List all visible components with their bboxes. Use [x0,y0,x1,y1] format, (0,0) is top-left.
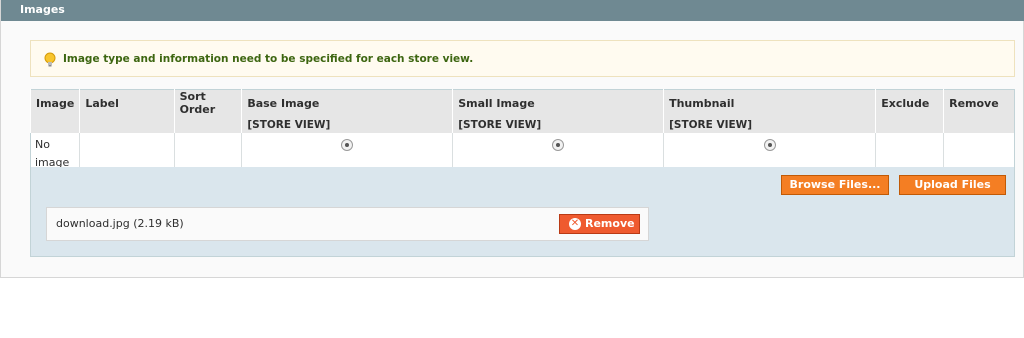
col-base-image: Base Image [241,89,453,116]
remove-file-button[interactable]: ✕ Remove [559,214,640,234]
scope-small: [STORE VIEW] [452,116,664,133]
section-title: Images [1,0,1024,21]
notice-message: Image type and information need to be sp… [30,40,1015,77]
small-image-radio[interactable] [552,139,565,151]
col-small-image: Small Image [452,89,664,116]
scope-thumbnail: [STORE VIEW] [663,116,876,133]
lightbulb-icon [44,52,56,67]
uploader-panel: Browse Files... Upload Files download.jp… [30,167,1015,257]
base-image-radio[interactable] [341,139,354,151]
col-thumbnail: Thumbnail [663,89,876,116]
notice-text: Image type and information need to be sp… [63,53,474,65]
scope-empty [173,116,242,133]
scope-empty [943,116,1015,133]
scope-empty [79,116,175,133]
remove-label: Remove [585,217,635,230]
col-image: Image [29,89,80,116]
upload-file-item: download.jpg (2.19 kB) ✕ Remove [46,207,649,241]
scope-empty [29,116,80,133]
images-grid: Image Label Sort Order Base Image Small … [29,89,1015,176]
upload-files-button[interactable]: Upload Files [899,175,1006,195]
col-remove: Remove [943,89,1015,116]
scope-empty [875,116,944,133]
browse-files-button[interactable]: Browse Files... [781,175,889,195]
close-icon: ✕ [569,218,581,230]
file-name: download.jpg (2.19 kB) [56,217,184,230]
scope-base: [STORE VIEW] [241,116,453,133]
thumbnail-radio[interactable] [763,139,776,151]
col-exclude: Exclude [875,89,944,116]
col-label: Label [79,89,175,116]
col-sort-order: Sort Order [173,89,242,116]
